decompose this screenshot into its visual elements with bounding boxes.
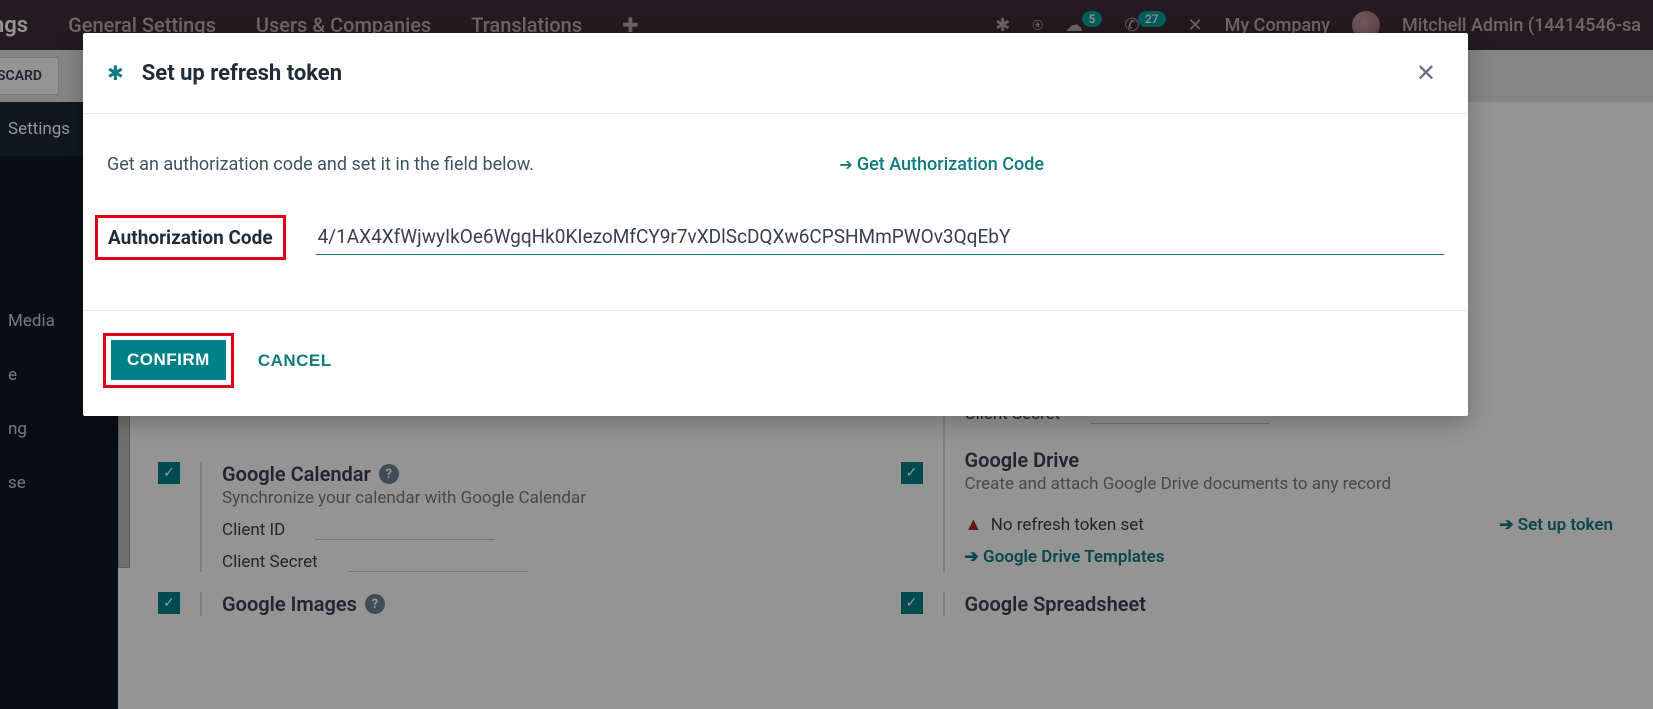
modal-instruction: Get an authorization code and set it in … xyxy=(107,154,534,175)
bug-icon[interactable]: ✱ xyxy=(107,61,124,85)
modal-footer: CONFIRM CANCEL xyxy=(83,310,1468,416)
cancel-button[interactable]: CANCEL xyxy=(258,351,332,371)
confirm-highlight: CONFIRM xyxy=(103,333,234,388)
modal-body: Get an authorization code and set it in … xyxy=(83,114,1468,310)
arrow-right-icon: ➔ xyxy=(839,155,852,174)
modal-title: Set up refresh token xyxy=(142,61,342,86)
refresh-token-modal: ✱ Set up refresh token ✕ Get an authoriz… xyxy=(83,33,1468,416)
get-authorization-link[interactable]: ➔ Get Authorization Code xyxy=(839,154,1044,175)
authorization-code-input[interactable] xyxy=(316,221,1444,255)
modal-header: ✱ Set up refresh token ✕ xyxy=(83,33,1468,114)
authorization-code-label: Authorization Code xyxy=(95,215,286,260)
close-icon[interactable]: ✕ xyxy=(1408,55,1444,91)
confirm-button[interactable]: CONFIRM xyxy=(111,340,226,380)
